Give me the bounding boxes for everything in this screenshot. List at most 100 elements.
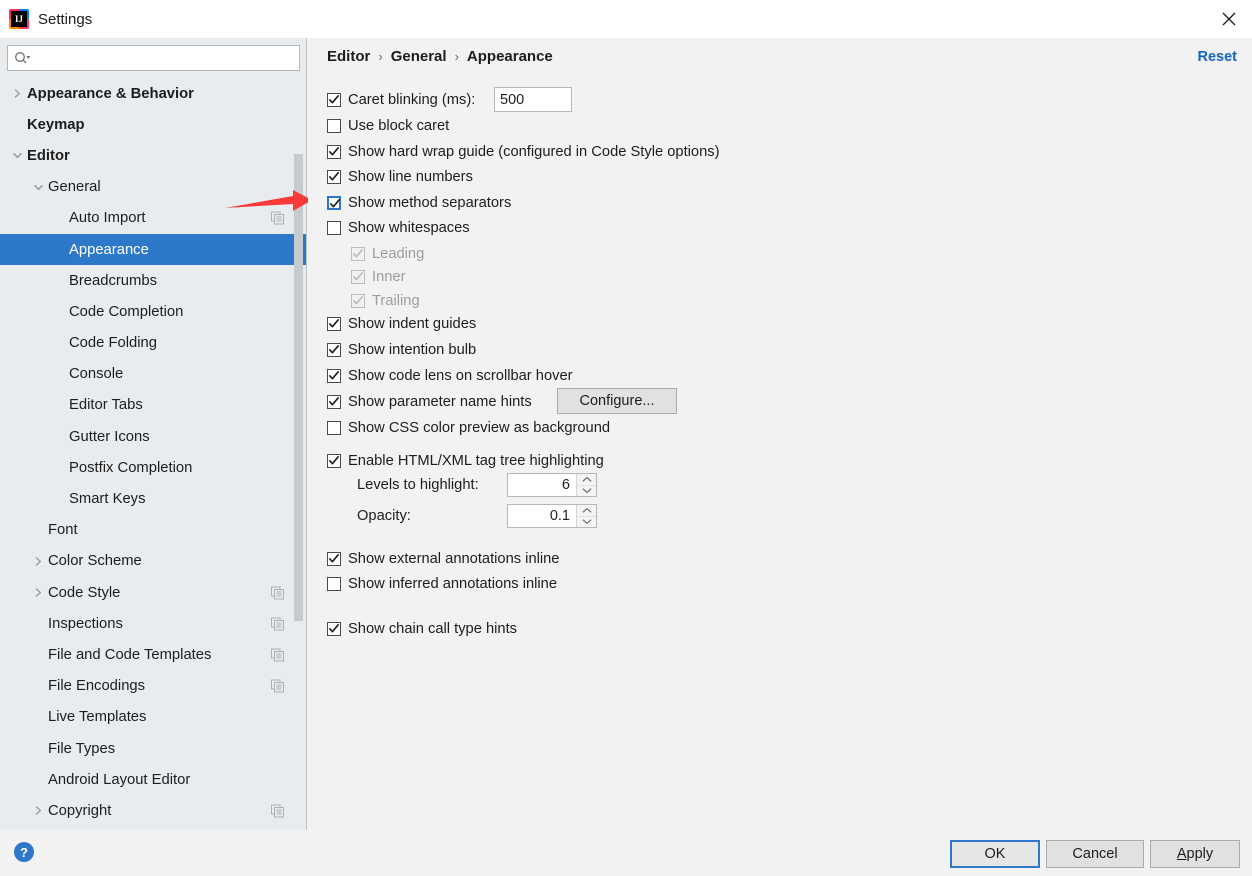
apply-button[interactable]: Apply	[1150, 840, 1240, 868]
sidebar-item-code-folding[interactable]: Code Folding	[0, 328, 306, 359]
option-show-intention-bulb[interactable]: Show intention bulb	[327, 339, 476, 361]
configure-button[interactable]: Configure...	[557, 388, 677, 414]
sidebar-scrollbar-thumb[interactable]	[294, 154, 303, 621]
checkbox-checked[interactable]	[327, 195, 341, 210]
breadcrumb-editor[interactable]: Editor	[327, 48, 370, 65]
sidebar-item-inspections[interactable]: Inspections	[0, 608, 306, 639]
spinner-up-icon[interactable]	[577, 474, 596, 486]
sidebar-item-file-types[interactable]: File Types	[0, 733, 306, 764]
checkbox-checked[interactable]	[327, 622, 341, 636]
option-label: Show CSS color preview as background	[348, 420, 611, 436]
sidebar-item-editor-tabs[interactable]: Editor Tabs	[0, 390, 306, 421]
reset-link[interactable]: Reset	[1198, 49, 1238, 65]
sidebar-item-gutter-icons[interactable]: Gutter Icons	[0, 421, 306, 452]
breadcrumb-general[interactable]: General	[391, 48, 447, 65]
sidebar-item-breadcrumbs[interactable]: Breadcrumbs	[0, 265, 306, 296]
option-show-code-lens-on-scrollbar-hover[interactable]: Show code lens on scrollbar hover	[327, 365, 573, 387]
checkbox-disabled	[351, 293, 365, 308]
checkbox-unchecked[interactable]	[327, 221, 341, 235]
sidebar-item-smart-keys[interactable]: Smart Keys	[0, 483, 306, 514]
copy-settings-icon	[271, 804, 284, 818]
window-title: Settings	[38, 10, 93, 28]
option-enable-tag-tree-highlighting[interactable]: Enable HTML/XML tag tree highlighting	[327, 450, 604, 472]
sidebar-item-appearance-behavior[interactable]: Appearance & Behavior	[0, 78, 306, 109]
search-input[interactable]	[32, 47, 299, 69]
sidebar-item-editor[interactable]: Editor	[0, 140, 306, 171]
ok-button[interactable]: OK	[950, 840, 1040, 868]
sidebar-item-postfix-completion[interactable]: Postfix Completion	[0, 452, 306, 483]
sidebar-item-file-and-code-templates[interactable]: File and Code Templates	[0, 639, 306, 670]
sidebar-item-label: Code Folding	[69, 335, 158, 352]
chevron-right-icon: ›	[454, 49, 459, 64]
checkbox-unchecked[interactable]	[327, 119, 341, 133]
option-label: Enable HTML/XML tag tree highlighting	[348, 453, 604, 469]
checkbox-checked[interactable]	[327, 170, 341, 184]
checkbox-unchecked[interactable]	[327, 421, 341, 435]
sidebar-item-label: Gutter Icons	[69, 428, 150, 445]
chevron-down-icon[interactable]	[31, 180, 45, 194]
close-icon[interactable]	[1206, 0, 1252, 38]
option-label: Show parameter name hints	[348, 394, 532, 410]
option-show-line-numbers[interactable]: Show line numbers	[327, 166, 473, 188]
option-use-block-caret[interactable]: Use block caret	[327, 115, 449, 137]
search-box[interactable]	[7, 45, 300, 71]
checkbox-checked[interactable]	[327, 454, 341, 468]
option-caret-blinking[interactable]: Caret blinking (ms):	[327, 89, 475, 111]
checkbox-checked[interactable]	[327, 93, 341, 107]
sidebar-item-live-templates[interactable]: Live Templates	[0, 702, 306, 733]
option-show-external-annotations-inline[interactable]: Show external annotations inline	[327, 548, 559, 570]
option-show-whitespaces[interactable]: Show whitespaces	[327, 217, 470, 239]
sidebar-item-code-style[interactable]: Code Style	[0, 577, 306, 608]
option-label: Show method separators	[348, 194, 512, 211]
chevron-right-icon[interactable]	[31, 554, 45, 568]
checkbox-checked[interactable]	[327, 395, 341, 409]
copy-settings-icon	[271, 648, 284, 662]
sidebar-item-auto-import[interactable]: Auto Import	[0, 203, 306, 234]
chevron-right-icon[interactable]	[10, 87, 24, 101]
sidebar-item-appearance[interactable]: Appearance	[0, 233, 306, 266]
sidebar-item-font[interactable]: Font	[0, 515, 306, 546]
opacity-spinner[interactable]: 0.1	[507, 504, 597, 528]
help-icon[interactable]: ?	[14, 842, 34, 862]
sidebar-item-label: Postfix Completion	[69, 459, 193, 476]
cancel-button[interactable]: Cancel	[1046, 840, 1144, 868]
settings-tree[interactable]: Appearance & Behavior Keymap Editor General…	[0, 78, 306, 830]
sidebar-item-android-layout-editor[interactable]: Android Layout Editor	[0, 764, 306, 795]
checkbox-checked[interactable]	[327, 144, 341, 159]
sidebar-item-console[interactable]: Console	[0, 359, 306, 390]
sidebar-item-general[interactable]: General	[0, 172, 306, 203]
sidebar-scrollbar-track[interactable]	[294, 76, 305, 621]
checkbox-checked[interactable]	[327, 343, 341, 357]
spinner-up-icon[interactable]	[577, 505, 596, 517]
chevron-right-icon[interactable]	[31, 586, 45, 600]
settings-main-panel: Editor › General › Appearance Reset Care…	[308, 38, 1252, 830]
option-show-hard-wrap-guide-configured-in-code-style-options-[interactable]: Show hard wrap guide (configured in Code…	[327, 141, 719, 163]
sidebar-item-code-completion[interactable]: Code Completion	[0, 296, 306, 327]
sidebar-item-copyright[interactable]: Copyright	[0, 795, 306, 826]
option-show-chain-call-type-hints[interactable]: Show chain call type hints	[327, 618, 517, 640]
apply-label-rest: pply	[1186, 846, 1214, 862]
checkbox-checked[interactable]	[327, 369, 341, 383]
sidebar-item-label: File Types	[48, 740, 116, 757]
sidebar-item-file-encodings[interactable]: File Encodings	[0, 671, 306, 702]
copy-settings-icon	[271, 679, 284, 693]
spinner-down-icon[interactable]	[577, 517, 596, 528]
option-show-css-color-preview[interactable]: Show CSS color preview as background	[327, 417, 610, 439]
spinner-down-icon[interactable]	[577, 486, 596, 497]
levels-to-highlight-spinner[interactable]: 6	[507, 473, 597, 497]
chevron-down-icon[interactable]	[10, 149, 24, 163]
sidebar-item-color-scheme[interactable]: Color Scheme	[0, 546, 306, 577]
checkbox-checked[interactable]	[327, 552, 341, 566]
option-show-inferred-annotations-inline[interactable]: Show inferred annotations inline	[327, 573, 557, 595]
option-show-indent-guides[interactable]: Show indent guides	[327, 313, 476, 335]
sidebar-item-keymap[interactable]: Keymap	[0, 109, 306, 140]
option-show-method-separators[interactable]: Show method separators	[327, 192, 511, 214]
sidebar-item-label: Copyright	[48, 802, 112, 819]
option-show-parameter-name-hints[interactable]: Show parameter name hints	[327, 391, 532, 413]
chevron-right-icon[interactable]	[31, 804, 45, 818]
option-label: Leading	[372, 245, 425, 262]
option-label: Use block caret	[348, 118, 450, 134]
caret-blinking-input[interactable]	[494, 87, 572, 112]
checkbox-checked[interactable]	[327, 317, 341, 331]
checkbox-unchecked[interactable]	[327, 576, 341, 591]
